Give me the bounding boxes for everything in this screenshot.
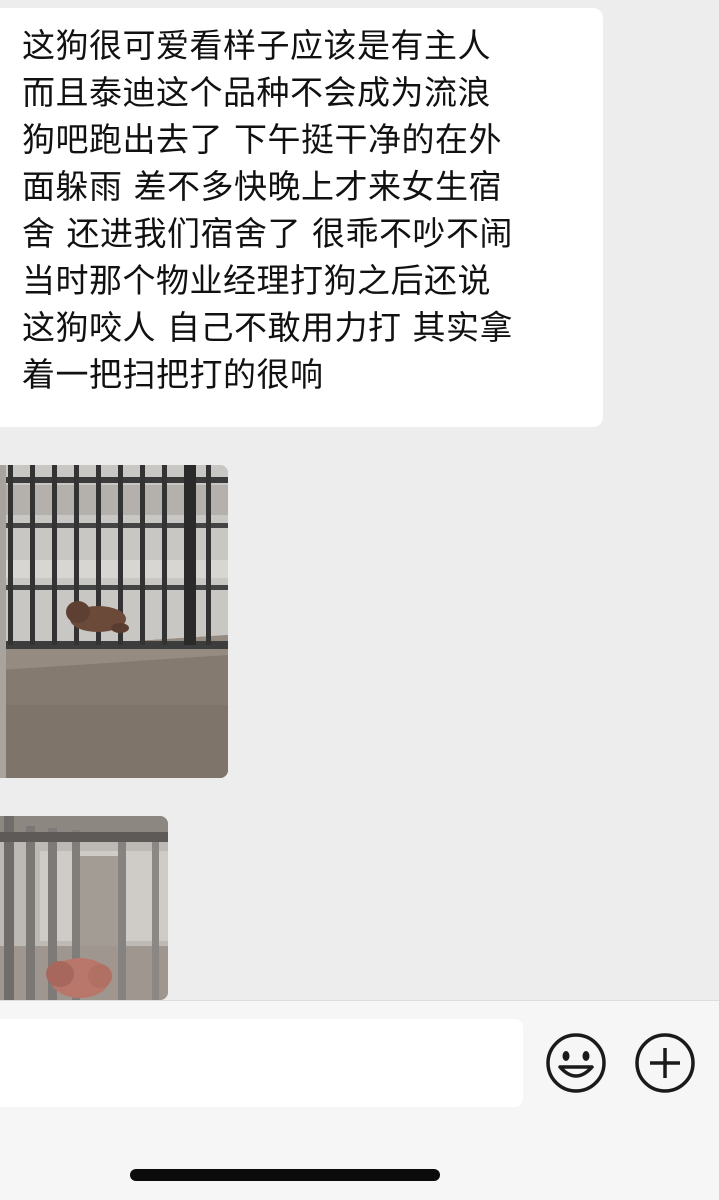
- photo-message-dog-behind-railing[interactable]: [0, 465, 228, 778]
- chat-message-area[interactable]: 这狗很可爱看样子应该是有主人 而且泰迪这个品种不会成为流浪 狗吧跑出去了 下午挺…: [0, 0, 719, 1000]
- message-text-line: 舍 还进我们宿舍了 很乖不吵不闹: [22, 214, 513, 253]
- message-text-line: 而且泰迪这个品种不会成为流浪: [22, 73, 491, 112]
- message-text-line: 面躲雨 差不多快晚上才来女生宿: [22, 167, 502, 206]
- message-text-line: 狗吧跑出去了 下午挺干净的在外: [22, 120, 502, 159]
- plus-circle-icon: [635, 1033, 695, 1093]
- message-text-line: 着一把扫把打的很响: [22, 355, 324, 394]
- text-message-bubble[interactable]: 这狗很可爱看样子应该是有主人 而且泰迪这个品种不会成为流浪 狗吧跑出去了 下午挺…: [0, 8, 603, 427]
- photo-message-dog-at-railing[interactable]: [0, 816, 168, 1000]
- smiley-face-icon: [546, 1033, 606, 1093]
- message-text-line: 这狗咬人 自己不敢用力打 其实拿: [22, 308, 513, 347]
- emoji-button[interactable]: [544, 1031, 608, 1095]
- message-input[interactable]: [0, 1019, 523, 1107]
- chat-input-bar: [0, 1000, 719, 1200]
- home-indicator[interactable]: [130, 1169, 440, 1181]
- message-text-line: 这狗很可爱看样子应该是有主人: [22, 26, 491, 65]
- message-text-line: 当时那个物业经理打狗之后还说: [22, 261, 491, 300]
- more-options-button[interactable]: [633, 1031, 697, 1095]
